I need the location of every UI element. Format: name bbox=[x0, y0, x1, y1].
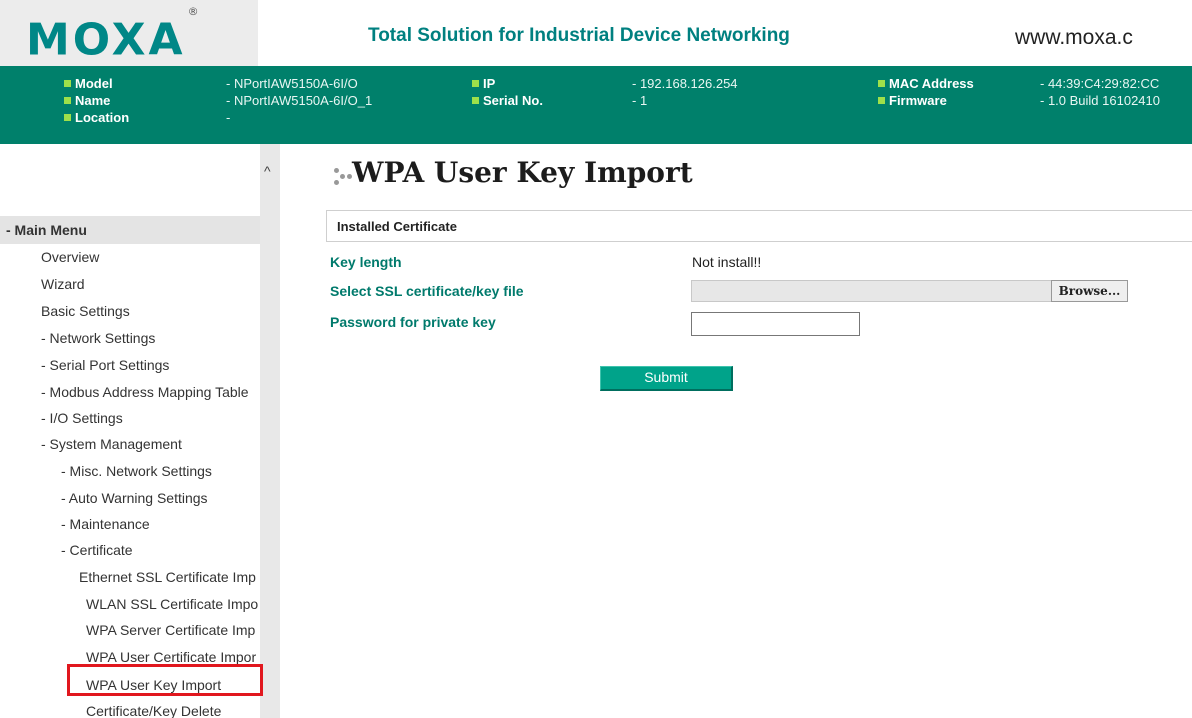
bullet-icon bbox=[64, 114, 71, 121]
browse-button[interactable]: Browse... bbox=[1051, 280, 1128, 302]
menu-item-wpa-server-cert-import[interactable]: WPA Server Certificate Imp bbox=[86, 621, 255, 639]
ip-value: - 192.168.126.254 bbox=[632, 76, 738, 91]
menu-item-maintenance[interactable]: - Maintenance bbox=[61, 515, 150, 533]
location-value: - bbox=[226, 110, 231, 125]
firmware-label: Firmware bbox=[878, 93, 947, 108]
mac-value: - 44:39:C4:29:82:CC bbox=[1040, 76, 1160, 91]
menu-item-basic-settings[interactable]: Basic Settings bbox=[41, 302, 130, 320]
header: MOXA® Total Solution for Industrial Devi… bbox=[0, 0, 1192, 66]
menu-item-wizard[interactable]: Wizard bbox=[41, 275, 85, 293]
sidebar-menu: - Main Menu Overview Wizard Basic Settin… bbox=[0, 144, 260, 718]
title-dots-icon bbox=[334, 166, 354, 188]
key-length-value: Not install!! bbox=[692, 254, 762, 270]
menu-item-certificate[interactable]: - Certificate bbox=[61, 541, 133, 559]
menu-item-network-settings[interactable]: - Network Settings bbox=[41, 329, 155, 347]
chevron-up-icon[interactable]: ^ bbox=[264, 164, 271, 178]
bullet-icon bbox=[472, 80, 479, 87]
password-label: Password for private key bbox=[330, 314, 496, 330]
name-value: - NPortIAW5150A-6I/O_1 bbox=[226, 93, 373, 108]
bullet-icon bbox=[878, 80, 885, 87]
page-title: WPA User Key Import bbox=[352, 156, 693, 189]
bullet-icon bbox=[472, 97, 479, 104]
location-label: Location bbox=[64, 110, 129, 125]
menu-item-auto-warning[interactable]: - Auto Warning Settings bbox=[61, 489, 208, 507]
menu-item-modbus-mapping[interactable]: - Modbus Address Mapping Table bbox=[41, 383, 249, 401]
selected-item-highlight bbox=[67, 664, 263, 696]
installed-certificate-section: Installed Certificate bbox=[326, 210, 1192, 242]
website-link[interactable]: www.moxa.c bbox=[1015, 26, 1133, 50]
name-label: Name bbox=[64, 93, 110, 108]
menu-item-system-management[interactable]: - System Management bbox=[41, 435, 182, 453]
menu-item-certificate-key-delete[interactable]: Certificate/Key Delete bbox=[86, 702, 221, 718]
mac-label: MAC Address bbox=[878, 76, 974, 91]
section-title: Installed Certificate bbox=[337, 219, 457, 234]
sidebar-scrollbar[interactable]: ^ bbox=[260, 144, 280, 718]
model-value: - NPortIAW5150A-6I/O bbox=[226, 76, 358, 91]
serial-value: - 1 bbox=[632, 93, 648, 108]
menu-item-wlan-ssl-import[interactable]: WLAN SSL Certificate Impo bbox=[86, 595, 258, 613]
submit-button[interactable]: Submit bbox=[600, 366, 733, 391]
logo-area: MOXA® bbox=[0, 0, 258, 66]
ip-label: IP bbox=[472, 76, 495, 91]
bullet-icon bbox=[64, 80, 71, 87]
model-label: Model bbox=[64, 76, 113, 91]
logo-text: MOXA bbox=[26, 14, 186, 66]
menu-item-ethernet-ssl-import[interactable]: Ethernet SSL Certificate Imp bbox=[79, 568, 256, 586]
device-info-bar: Model - NPortIAW5150A-6I/O Name - NPortI… bbox=[0, 66, 1192, 144]
bullet-icon bbox=[64, 97, 71, 104]
menu-item-serial-port-settings[interactable]: - Serial Port Settings bbox=[41, 356, 169, 374]
menu-item-overview[interactable]: Overview bbox=[41, 248, 99, 266]
tagline: Total Solution for Industrial Device Net… bbox=[368, 25, 790, 46]
firmware-value: - 1.0 Build 16102410 bbox=[1040, 93, 1160, 108]
menu-item-misc-network[interactable]: - Misc. Network Settings bbox=[61, 462, 212, 480]
menu-item-io-settings[interactable]: - I/O Settings bbox=[41, 409, 123, 427]
main-menu-header[interactable]: - Main Menu bbox=[0, 216, 260, 244]
serial-label: Serial No. bbox=[472, 93, 543, 108]
bullet-icon bbox=[878, 97, 885, 104]
select-file-label: Select SSL certificate/key file bbox=[330, 283, 524, 299]
moxa-logo[interactable]: MOXA® bbox=[26, 5, 199, 66]
password-input[interactable] bbox=[691, 312, 860, 336]
key-length-label: Key length bbox=[330, 254, 402, 270]
registered-mark: ® bbox=[187, 5, 199, 18]
